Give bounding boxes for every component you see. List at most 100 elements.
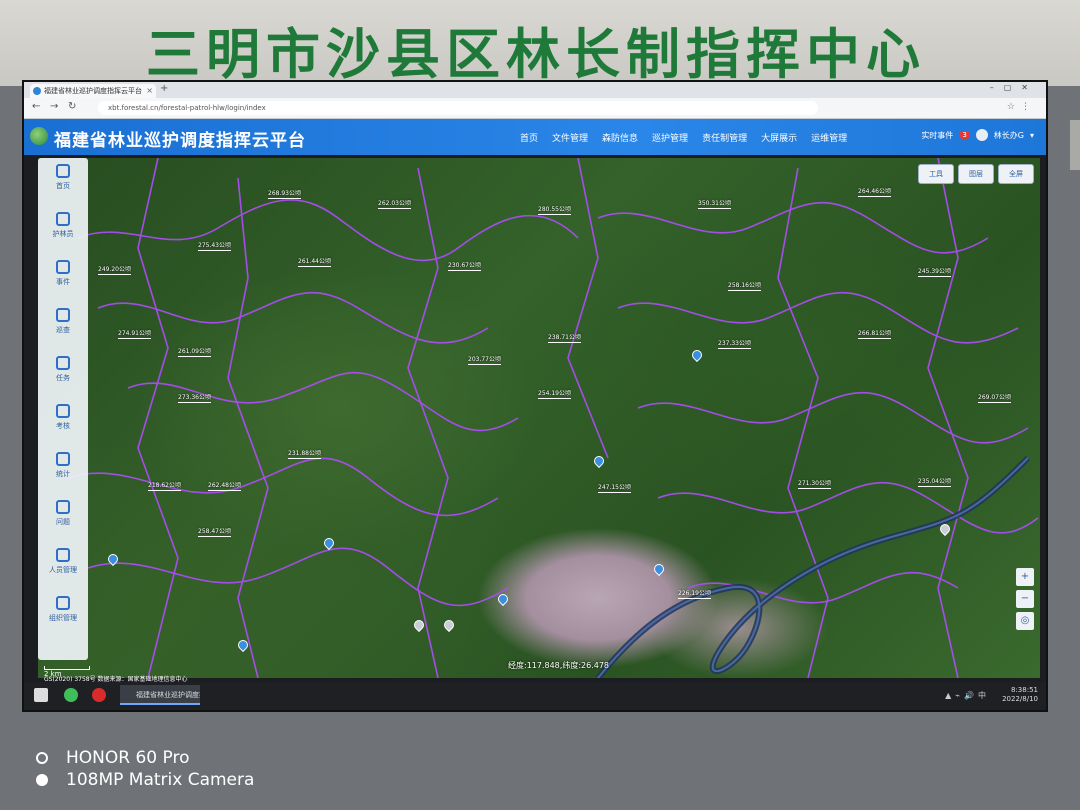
dot-icon — [36, 774, 48, 786]
nav-item-home[interactable]: 首页 — [520, 131, 538, 144]
taskbar-browser-task[interactable]: 福建省林业巡护调度指挥云平台 — [120, 685, 200, 705]
location-pin-icon[interactable] — [940, 524, 950, 536]
location-pin-icon[interactable] — [414, 620, 424, 632]
browser-tab-title: 福建省林业巡护调度指挥云平台 — [44, 87, 142, 95]
app-header: 福建省林业巡护调度指挥云平台 首页 文件管理 森防信息 巡护管理 责任制管理 大… — [24, 119, 1046, 155]
sidebar-item-events[interactable]: 事件 — [38, 254, 88, 298]
realtime-events-link[interactable]: 实时事件 — [921, 130, 953, 141]
nav-item-ops[interactable]: 运维管理 — [811, 131, 847, 144]
forest-patch-label: 271.30公顷 — [798, 480, 831, 489]
forest-patch-label: 245.39公顷 — [918, 268, 951, 277]
event-count-badge: 3 — [959, 131, 970, 139]
window-controls[interactable]: –▢✕ — [990, 83, 1038, 92]
ranger-icon — [56, 212, 70, 226]
nav-item-responsibility[interactable]: 责任制管理 — [702, 131, 747, 144]
nav-item-fire-prevention[interactable]: 森防信息 — [602, 131, 638, 144]
sidebar-item-inspection[interactable]: 巡查 — [38, 302, 88, 346]
person-icon — [56, 548, 70, 562]
app-green-icon[interactable] — [64, 688, 78, 702]
event-icon — [56, 260, 70, 274]
browser-tools-icons[interactable]: ☆⋮ — [1007, 102, 1036, 112]
chevron-down-icon[interactable]: ▾ — [1030, 131, 1034, 140]
wps-icon[interactable] — [92, 688, 106, 702]
boundary-lines — [67, 158, 1039, 678]
monitor-screen: 福建省林业巡护调度指挥云平台 × + –▢✕ ← → ↻ xbt.foresta… — [22, 80, 1048, 712]
organization-icon — [56, 596, 70, 610]
location-pin-icon[interactable] — [594, 456, 604, 468]
ring-icon — [36, 752, 48, 764]
zoom-in-icon[interactable]: + — [1016, 568, 1034, 586]
forest-patch-label: 235.04公顷 — [918, 478, 951, 487]
problem-icon — [56, 500, 70, 514]
location-pin-icon[interactable] — [498, 594, 508, 606]
forest-patch-label: 264.46公顷 — [858, 188, 891, 197]
map-tool-layers[interactable]: 图层 — [958, 164, 994, 184]
sidebar-item-problems[interactable]: 问题 — [38, 494, 88, 538]
forest-patch-label: 273.36公顷 — [178, 394, 211, 403]
reload-icon[interactable]: ↻ — [68, 101, 76, 112]
clock-date: 2022/8/10 — [1002, 695, 1038, 703]
forest-patch-label: 231.88公顷 — [288, 450, 321, 459]
wall-sign: 三明市沙县区林长制指挥中心 — [146, 22, 926, 86]
forest-patch-label: 274.91公顷 — [118, 330, 151, 339]
location-pin-icon[interactable] — [692, 350, 702, 362]
browser-tab[interactable]: 福建省林业巡护调度指挥云平台 × — [30, 84, 156, 98]
forest-patch-label: 262.03公顷 — [378, 200, 411, 209]
forest-patch-label: 258.47公顷 — [198, 528, 231, 537]
forest-patch-label: 275.43公顷 — [198, 242, 231, 251]
forest-patch-label: 261.44公顷 — [298, 258, 331, 267]
forest-patch-label: 226.19公顷 — [678, 590, 711, 599]
left-sidebar: 首页 护林员 事件 巡查 任务 考核 统计 问题 人员管理 组织管理 — [38, 158, 88, 660]
system-clock[interactable]: 8:38:51 2022/8/10 — [1002, 686, 1038, 704]
sidebar-item-tasks[interactable]: 任务 — [38, 350, 88, 394]
windows-taskbar: 福建省林业巡护调度指挥云平台 ▲⌁🔊中 8:38:51 2022/8/10 — [24, 682, 1046, 710]
sidebar-item-personnel[interactable]: 人员管理 — [38, 542, 88, 586]
zoom-out-icon[interactable]: − — [1016, 590, 1034, 608]
avatar[interactable] — [975, 129, 988, 141]
home-icon — [56, 164, 70, 178]
sidebar-item-home[interactable]: 首页 — [38, 158, 88, 202]
forest-patch-label: 237.33公顷 — [718, 340, 751, 349]
wall: 三明市沙县区林长制指挥中心 — [0, 0, 1080, 86]
location-pin-icon[interactable] — [444, 620, 454, 632]
map-tool-fullscreen[interactable]: 全屏 — [998, 164, 1034, 184]
system-tray-icons[interactable]: ▲⌁🔊中 — [945, 690, 990, 701]
input-language[interactable]: 中 — [978, 691, 990, 700]
browser-favicon-icon — [33, 87, 41, 95]
windows-start-icon[interactable] — [34, 688, 48, 702]
main-nav: 首页 文件管理 森防信息 巡护管理 责任制管理 大屏展示 运维管理 — [520, 131, 847, 144]
location-pin-icon[interactable] — [654, 564, 664, 576]
close-icon[interactable]: × — [146, 84, 153, 98]
app-title: 福建省林业巡护调度指挥云平台 — [54, 131, 306, 151]
zoom-controls: + − ◎ — [1016, 568, 1034, 634]
locate-icon[interactable]: ◎ — [1016, 612, 1034, 630]
forest-patch-label: 249.20公顷 — [98, 266, 131, 275]
location-pin-icon[interactable] — [108, 554, 118, 566]
forestry-logo-icon — [30, 127, 48, 145]
location-pin-icon[interactable] — [238, 640, 248, 652]
forest-patch-label: 266.81公顷 — [858, 330, 891, 339]
forward-icon[interactable]: → — [50, 101, 58, 112]
forest-patch-label: 269.07公顷 — [978, 394, 1011, 403]
forest-patch-label: 268.93公顷 — [268, 190, 301, 199]
forest-patch-label: 238.71公顷 — [548, 334, 581, 343]
map-tool-tools[interactable]: 工具 — [918, 164, 954, 184]
sidebar-item-organization[interactable]: 组织管理 — [38, 590, 88, 634]
sidebar-item-assessment[interactable]: 考核 — [38, 398, 88, 442]
sidebar-item-rangers[interactable]: 护林员 — [38, 206, 88, 250]
forest-patch-label: 218.62公顷 — [148, 482, 181, 491]
forest-patch-label: 230.67公顷 — [448, 262, 481, 271]
satellite-map[interactable]: 268.93公顷 262.03公顷 280.55公顷 350.31公顷 264.… — [38, 158, 1040, 678]
task-icon — [56, 356, 70, 370]
back-icon[interactable]: ← — [32, 101, 40, 112]
sidebar-item-statistics[interactable]: 统计 — [38, 446, 88, 490]
clock-time: 8:38:51 — [1011, 686, 1038, 694]
nav-item-patrol[interactable]: 巡护管理 — [652, 131, 688, 144]
new-tab-icon[interactable]: + — [160, 83, 168, 94]
nav-item-big-screen[interactable]: 大屏展示 — [761, 131, 797, 144]
location-pin-icon[interactable] — [324, 538, 334, 550]
user-name[interactable]: 林长办G — [994, 130, 1024, 141]
nav-item-files[interactable]: 文件管理 — [552, 131, 588, 144]
url-input[interactable]: xbt.forestal.cn/forestal-patrol-hlw/logi… — [98, 101, 818, 115]
forest-patch-label: 254.19公顷 — [538, 390, 571, 399]
